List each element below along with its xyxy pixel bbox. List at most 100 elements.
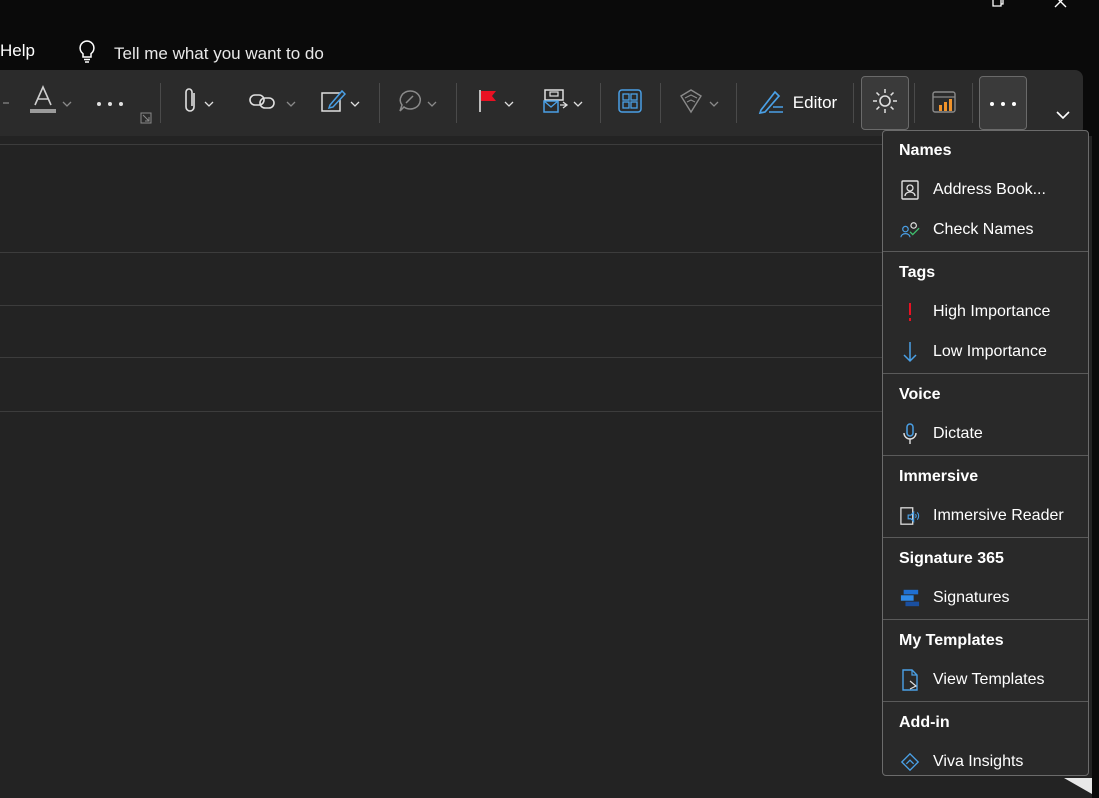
ribbon-separator	[160, 83, 161, 123]
low-importance-icon	[900, 341, 920, 363]
sensitivity-icon	[541, 87, 569, 120]
attach-file-button[interactable]	[176, 70, 220, 136]
attach-file-icon	[182, 87, 200, 120]
menu-separator	[883, 373, 1088, 374]
tell-me-search[interactable]: Tell me what you want to do	[74, 38, 324, 69]
menu-item-immersive-reader[interactable]: Immersive Reader	[883, 496, 1088, 536]
menu-item-label: Check Names	[933, 221, 1034, 238]
editor-icon	[757, 88, 785, 119]
divider	[0, 144, 882, 145]
group-header-immersive: Immersive	[899, 467, 979, 485]
comment-icon	[397, 88, 423, 119]
chevron-down-icon	[504, 94, 514, 112]
follow-up-flag-icon	[476, 88, 500, 119]
menu-separator	[883, 455, 1088, 456]
ribbon-separator	[379, 83, 380, 123]
menu-separator	[883, 537, 1088, 538]
microphone-icon	[900, 423, 920, 445]
group-header-names: Names	[899, 141, 952, 159]
signatures-icon	[900, 587, 920, 609]
follow-up-button[interactable]	[472, 70, 518, 136]
signature-button[interactable]	[318, 70, 362, 136]
chevron-down-icon	[286, 94, 296, 112]
editor-label: Editor	[792, 93, 838, 112]
window-edge	[1092, 136, 1099, 798]
group-header-signature-365: Signature 365	[899, 549, 1004, 567]
group-header-voice: Voice	[899, 385, 941, 403]
group-header-my-templates: My Templates	[899, 631, 1004, 649]
chevron-down-icon	[204, 94, 214, 112]
chevron-down-icon	[709, 94, 719, 112]
font-color-icon	[28, 84, 58, 122]
sensitivity-button[interactable]	[538, 70, 586, 136]
menu-item-viva-insights[interactable]: Viva Insights	[883, 742, 1088, 775]
my-templates-button[interactable]	[674, 70, 722, 136]
comment-button[interactable]	[394, 70, 440, 136]
apps-button[interactable]	[612, 70, 648, 136]
divider	[0, 357, 882, 358]
close-icon[interactable]	[1051, 0, 1071, 14]
ribbon-separator	[600, 83, 601, 123]
menu-item-view-templates[interactable]: View Templates	[883, 660, 1088, 700]
font-color-button[interactable]	[20, 70, 80, 136]
chevron-down-icon	[62, 94, 72, 112]
menu-item-low-importance[interactable]: Low Importance	[883, 332, 1088, 372]
collapse-ribbon-button[interactable]	[1050, 100, 1076, 130]
ribbon-left-caret[interactable]	[0, 70, 14, 136]
ribbon-separator	[456, 83, 457, 123]
menu-item-label: Signatures	[933, 589, 1010, 606]
restore-icon[interactable]	[988, 0, 1008, 14]
more-formatting-icon	[96, 94, 124, 112]
viva-insights-icon	[930, 87, 958, 120]
tab-help[interactable]: Help	[0, 41, 35, 61]
lightbulb-icon	[74, 38, 100, 69]
apps-grid-icon	[618, 88, 642, 118]
collapse-ribbon-icon	[1056, 106, 1070, 124]
menu-row: Help Tell me what you want to do	[0, 22, 1099, 70]
check-names-icon	[900, 219, 920, 241]
view-templates-icon	[900, 669, 920, 691]
ribbon-separator	[972, 83, 973, 123]
title-bar	[0, 0, 1099, 22]
immersive-reader-icon	[871, 87, 899, 120]
menu-item-high-importance[interactable]: High Importance	[883, 292, 1088, 332]
menu-item-label: Immersive Reader	[933, 507, 1064, 524]
link-icon	[248, 91, 276, 116]
menu-item-label: High Importance	[933, 303, 1051, 320]
immersive-reader-button[interactable]	[861, 76, 909, 130]
ribbon-separator	[914, 83, 915, 123]
menu-separator	[883, 251, 1088, 252]
menu-item-label: Address Book...	[933, 181, 1046, 198]
signature-icon	[320, 88, 347, 119]
immersive-reader-icon	[900, 505, 920, 527]
ribbon: Editor	[0, 70, 1083, 136]
more-options-button[interactable]	[979, 76, 1027, 130]
menu-item-signatures[interactable]: Signatures	[883, 578, 1088, 618]
my-templates-icon	[677, 88, 705, 119]
group-header-add-in: Add-in	[899, 713, 950, 731]
menu-item-check-names[interactable]: Check Names	[883, 210, 1088, 250]
viva-insights-icon	[900, 751, 920, 773]
more-options-icon	[989, 94, 1017, 112]
ribbon-separator	[736, 83, 737, 123]
group-header-tags: Tags	[899, 263, 936, 281]
menu-item-label: Viva Insights	[933, 753, 1024, 770]
menu-item-address-book[interactable]: Address Book...	[883, 170, 1088, 210]
chevron-down-icon	[350, 94, 360, 112]
ribbon-separator	[660, 83, 661, 123]
link-button[interactable]	[242, 70, 302, 136]
dialog-launcher-icon[interactable]	[138, 108, 154, 128]
address-book-icon	[900, 179, 920, 201]
menu-item-dictate[interactable]: Dictate	[883, 414, 1088, 454]
tell-me-placeholder: Tell me what you want to do	[114, 43, 324, 63]
resize-grip-icon[interactable]	[1064, 772, 1092, 794]
more-formatting-button[interactable]	[92, 70, 128, 136]
divider	[0, 252, 882, 253]
divider	[0, 411, 882, 412]
menu-item-label: Low Importance	[933, 343, 1047, 360]
viva-insights-button[interactable]	[922, 70, 966, 136]
menu-item-label: View Templates	[933, 671, 1045, 688]
editor-button[interactable]: Editor	[750, 70, 844, 136]
ribbon-separator	[853, 83, 854, 123]
menu-separator	[883, 619, 1088, 620]
